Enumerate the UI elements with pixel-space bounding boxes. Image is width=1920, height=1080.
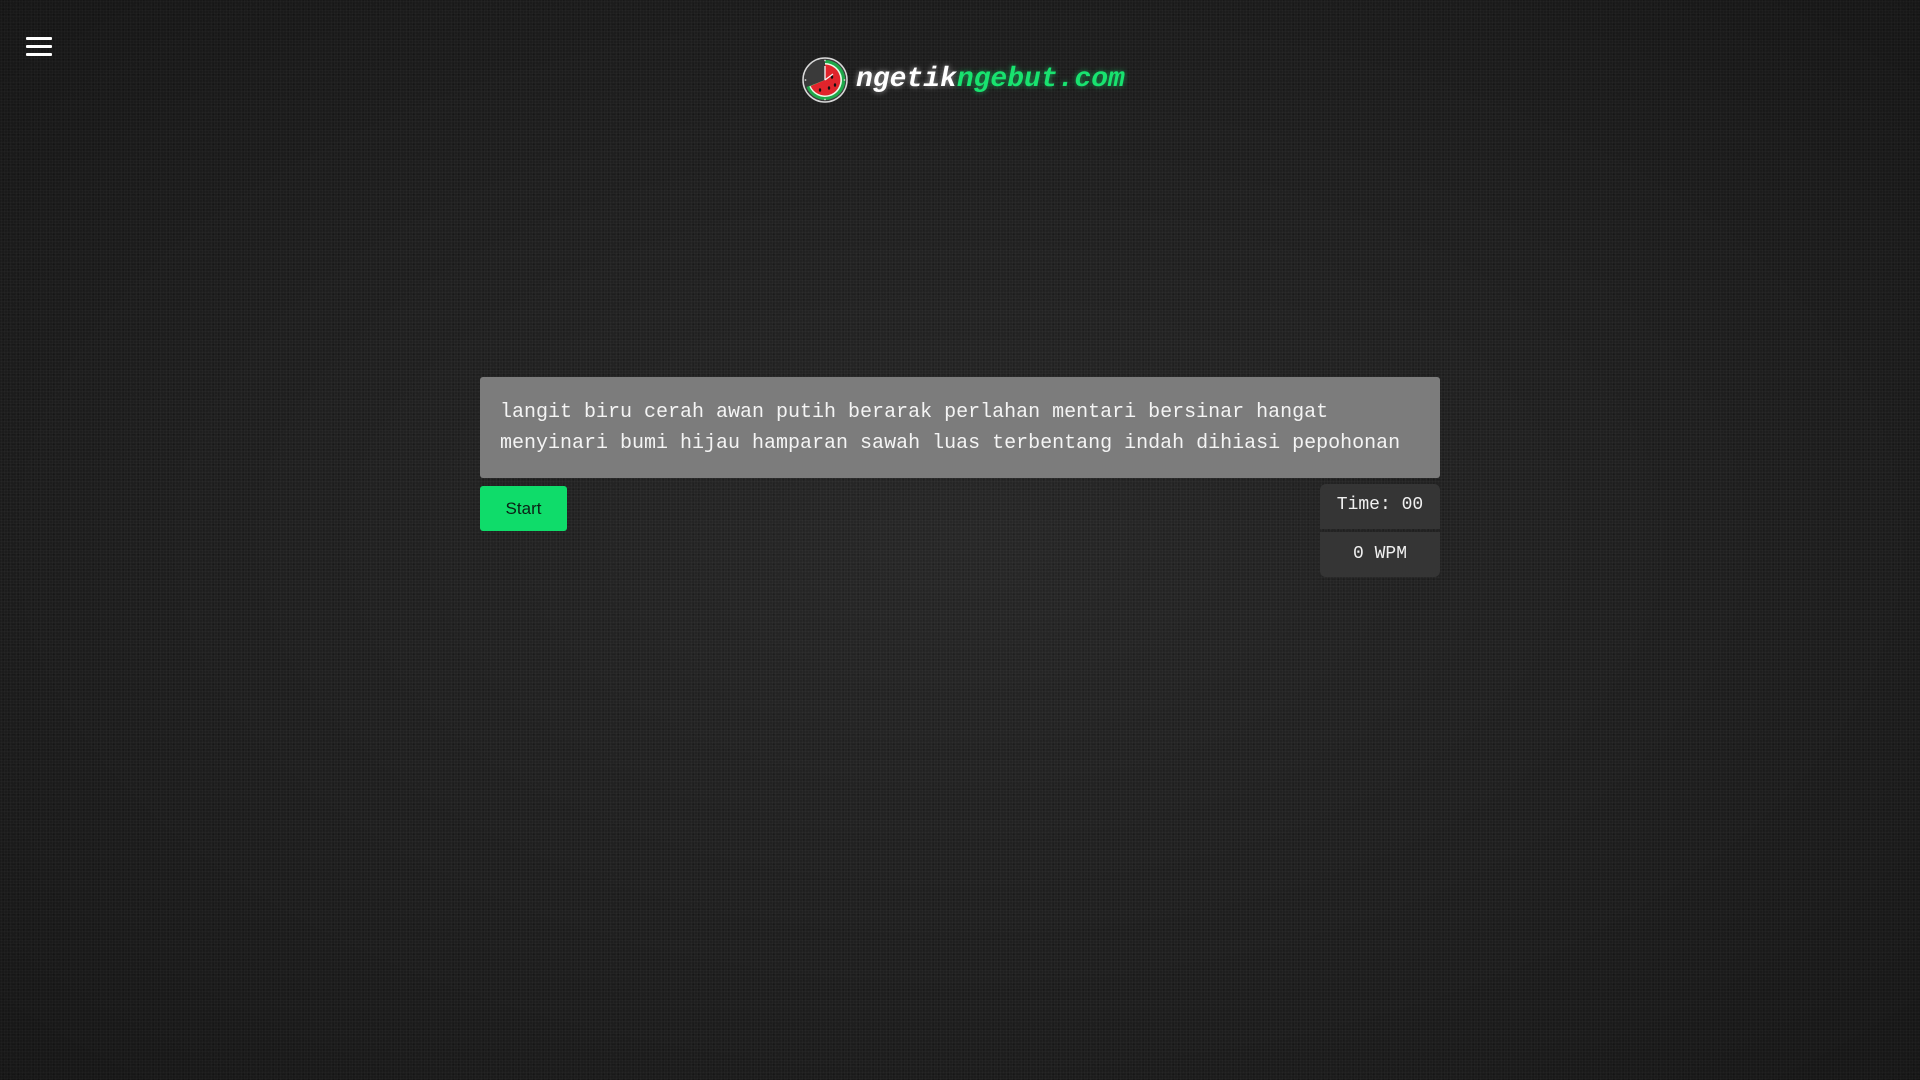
hamburger-menu-icon[interactable] [26,37,52,59]
watermelon-clock-icon [802,57,848,103]
brand-name-part2: ngebut.com [956,64,1125,95]
stats-panel: Time: 00 0 WPM [1320,484,1440,577]
background-vignette [0,0,1920,1080]
timer-display: Time: 00 [1320,484,1440,529]
wpm-display: 0 WPM [1320,532,1440,577]
site-brand[interactable]: ngetikngebut.com [802,57,1125,103]
typing-text-display: langit biru cerah awan putih berarak per… [480,377,1440,478]
brand-name-part1: ngetik [856,64,957,95]
start-button[interactable]: Start [480,486,567,531]
brand-name: ngetikngebut.com [856,57,1125,103]
